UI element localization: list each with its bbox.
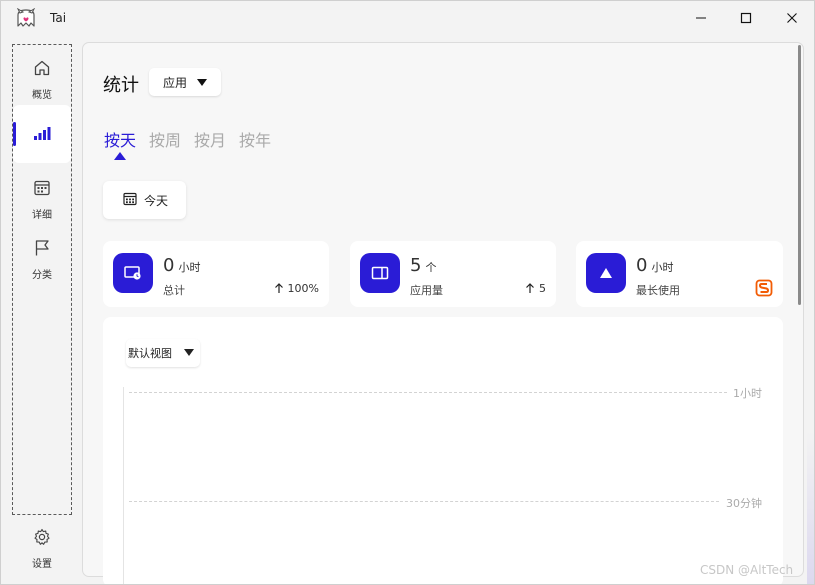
gridline-30m xyxy=(129,501,719,502)
stat-value: 0 小时 xyxy=(636,255,674,276)
sidebar-item-label: 概览 xyxy=(32,90,52,101)
arrow-up-icon xyxy=(526,283,534,293)
window-panel-icon xyxy=(360,253,400,293)
stat-delta: 100% xyxy=(274,282,319,295)
flag-icon xyxy=(33,240,51,261)
stat-caption: 应用量 xyxy=(410,284,443,297)
view-dropdown-value: 默认视图 xyxy=(128,347,172,360)
date-picker-button[interactable]: 今天 xyxy=(103,181,186,219)
background-edge xyxy=(807,431,814,584)
arrow-up-icon xyxy=(274,283,283,293)
view-dropdown[interactable]: 默认视图 xyxy=(126,339,200,367)
sidebar-item-label: 分类 xyxy=(32,270,52,281)
sidebar-item-statistics[interactable] xyxy=(13,105,71,163)
sidebar-item-details[interactable]: 详细 xyxy=(13,179,71,221)
window-title: Tai xyxy=(50,11,67,25)
sidebar-item-overview[interactable]: 概览 xyxy=(13,59,71,101)
type-dropdown[interactable]: 应用 xyxy=(149,68,221,96)
chart-y-axis xyxy=(123,387,124,584)
date-button-label: 今天 xyxy=(144,193,169,208)
home-icon xyxy=(33,60,51,81)
tab-month[interactable]: 按月 xyxy=(194,127,226,151)
type-dropdown-value: 应用 xyxy=(163,75,188,90)
app-logo-icon xyxy=(15,7,37,28)
tab-year[interactable]: 按年 xyxy=(239,127,271,151)
stat-card-longest-use: 0 小时 最长使用 xyxy=(576,241,783,307)
stat-value: 5个 xyxy=(410,255,437,276)
triangle-icon xyxy=(586,253,626,293)
chart-panel xyxy=(103,317,783,584)
stat-value: 0 小时 xyxy=(163,255,201,276)
settings-button[interactable]: 设置 xyxy=(12,528,72,570)
settings-label: 设置 xyxy=(32,559,52,570)
sidebar-item-label: 详细 xyxy=(32,210,52,221)
close-button[interactable] xyxy=(769,1,814,35)
minimize-button[interactable] xyxy=(678,1,724,35)
caret-down-icon xyxy=(184,349,194,356)
title-bar: Tai xyxy=(1,1,814,35)
gear-icon xyxy=(33,528,51,550)
tab-indicator xyxy=(114,152,126,160)
stat-card-total: 0 小时 总计 100% xyxy=(103,241,329,307)
maximize-button[interactable] xyxy=(723,1,769,35)
app-window: Tai 概览 详细 分类 设置 统计 应用 按天 按周 按月 按年 今天 0 小… xyxy=(0,0,815,585)
tab-day[interactable]: 按天 xyxy=(104,127,136,151)
stat-caption: 最长使用 xyxy=(636,284,680,297)
sidebar-item-categories[interactable]: 分类 xyxy=(13,239,71,281)
active-indicator xyxy=(13,122,16,146)
stat-card-app-count: 5个 应用量 5 xyxy=(350,241,556,307)
tab-week[interactable]: 按周 xyxy=(149,127,181,151)
gridline-1h xyxy=(129,392,727,393)
gridline-label-1h: 1小时 xyxy=(733,387,762,400)
calendar-icon xyxy=(123,192,137,209)
watermark: CSDN @AltTech xyxy=(700,563,794,577)
stat-delta: 5 xyxy=(525,282,546,295)
caret-down-icon xyxy=(197,79,207,86)
screen-time-icon xyxy=(113,253,153,293)
stat-caption: 总计 xyxy=(163,284,185,297)
calendar-icon xyxy=(33,180,51,201)
gridline-label-30m: 30分钟 xyxy=(726,497,762,510)
sidebar: 概览 详细 分类 xyxy=(12,44,72,515)
page-title: 统计 xyxy=(103,75,139,96)
scrollbar[interactable] xyxy=(798,45,801,305)
signal-bars-icon xyxy=(33,125,51,144)
sougou-app-icon xyxy=(755,279,773,301)
